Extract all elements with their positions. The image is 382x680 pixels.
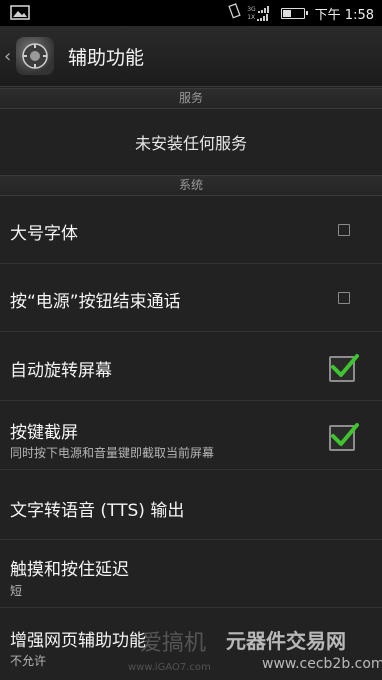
row-title: 文字转语音 (TTS) 输出	[10, 501, 185, 521]
signal-strength-icon-2	[257, 13, 269, 21]
section-header-services: 服务	[0, 88, 382, 109]
signal-group: 3G 1X	[247, 5, 269, 21]
status-right-group: 3G 1X 下午 1:58	[227, 0, 374, 26]
checkbox-checked[interactable]	[329, 423, 359, 451]
row-subtitle: 同时按下电源和音量键即截取当前屏幕	[10, 446, 215, 460]
back-chevron-icon[interactable]: ‹	[4, 46, 14, 67]
row-title: 大号字体	[10, 224, 78, 244]
row-title: 触摸和按住延迟	[10, 560, 129, 580]
accessibility-settings-icon[interactable]	[16, 37, 54, 75]
no-services-message: 未安装任何服务	[134, 134, 247, 153]
row-subtitle: 短	[10, 584, 23, 598]
setting-row-power-end-call[interactable]: 按“电源”按钮结束通话	[0, 264, 382, 332]
battery-icon	[280, 7, 308, 19]
checkmark-icon	[331, 354, 359, 377]
status-bar: 3G 1X 下午 1:58	[0, 0, 382, 26]
setting-row-large-font[interactable]: 大号字体	[0, 196, 382, 264]
setting-row-tts[interactable]: 文字转语音 (TTS) 输出	[0, 472, 382, 540]
setting-row-screenshot[interactable]: 按键截屏 同时按下电源和音量键即截取当前屏幕	[0, 402, 382, 470]
setting-row-enhanced-web[interactable]: 增强网页辅助功能 不允许	[0, 610, 382, 678]
checkbox-unchecked[interactable]	[338, 224, 350, 236]
row-title: 按键截屏	[10, 423, 78, 443]
gallery-notification-icon	[10, 5, 32, 21]
screen: 3G 1X 下午 1:58 ‹ 辅助功能 服务 未安装任何服务 系统 大号字体 …	[0, 0, 382, 680]
checkbox-unchecked[interactable]	[338, 292, 350, 304]
row-title: 按“电源”按钮结束通话	[10, 292, 181, 312]
action-bar: ‹ 辅助功能	[0, 26, 382, 87]
row-title: 增强网页辅助功能	[10, 631, 146, 651]
row-subtitle: 不允许	[10, 654, 47, 668]
row-title: 自动旋转屏幕	[10, 361, 112, 381]
checkbox-checked[interactable]	[329, 354, 359, 382]
signal-strength-icon	[257, 5, 269, 13]
phone-vibrate-icon	[227, 3, 241, 23]
net2-label: 1X	[247, 13, 256, 21]
section-header-system: 系统	[0, 175, 382, 196]
status-time: 下午 1:58	[314, 7, 374, 23]
checkmark-icon	[331, 423, 359, 446]
net1-label: 3G	[247, 5, 256, 13]
page-title: 辅助功能	[68, 46, 145, 69]
setting-row-auto-rotate[interactable]: 自动旋转屏幕	[0, 333, 382, 401]
setting-row-touch-hold-delay[interactable]: 触摸和按住延迟 短	[0, 540, 382, 608]
